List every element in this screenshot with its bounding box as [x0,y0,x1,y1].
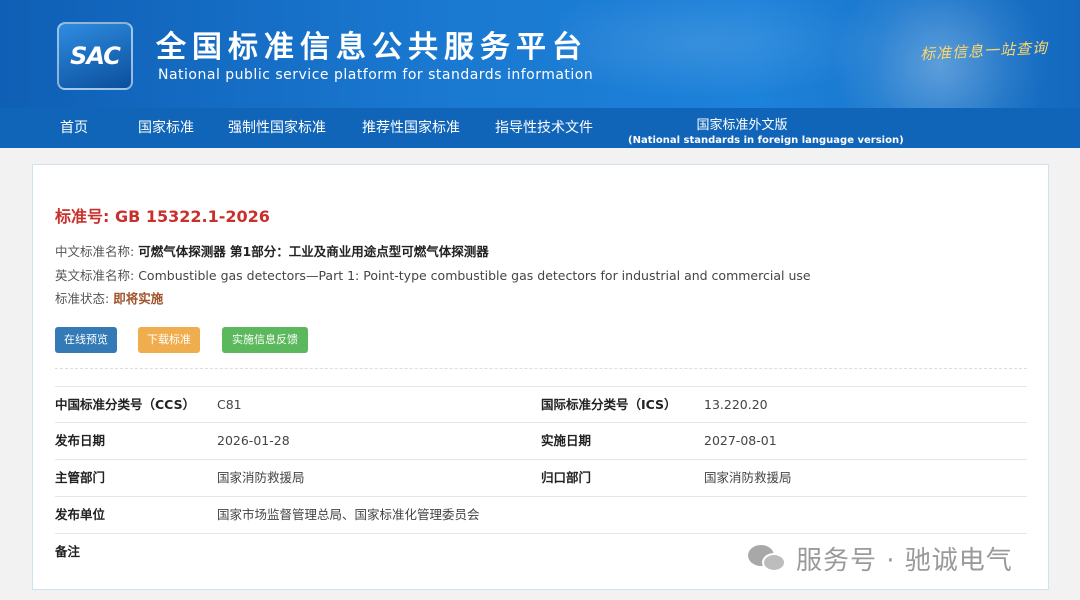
feedback-button[interactable]: 实施信息反馈 [222,327,308,353]
central-dept-value: 国家消防救援局 [704,470,792,485]
ics-value: 13.220.20 [704,397,768,412]
download-standard-button[interactable]: 下载标准 [138,327,200,353]
nav-item-mandatory-standards[interactable]: 强制性国家标准 [228,108,326,148]
site-header: SAC 全国标准信息公共服务平台 National public service… [0,0,1080,108]
nav-foreign-en: (National standards in foreign language … [628,135,904,146]
divider [55,368,1027,369]
main-nav: 首页 国家标准 强制性国家标准 推荐性国家标准 指导性技术文件 国家标准外文版 … [0,108,1080,148]
ccs-value: C81 [217,397,242,412]
dept-value: 国家消防救援局 [217,470,305,485]
watermark-text: 服务号 · 驰诚电气 [796,545,1013,576]
standard-number-value: GB 15322.1-2026 [114,207,270,226]
en-name-value: Combustible gas detectors—Part 1: Point-… [138,268,811,283]
detail-row-dates: 发布日期 2026-01-28 实施日期 2027-08-01 [55,422,1027,458]
nav-item-recommended-standards[interactable]: 推荐性国家标准 [362,108,460,148]
status-label: 标准状态: [55,291,110,306]
detail-row-departments: 主管部门 国家消防救援局 归口部门 国家消防救援局 [55,459,1027,495]
nav-item-national-standards[interactable]: 国家标准 [138,108,194,148]
impl-date-value: 2027-08-01 [704,433,777,448]
status-value: 即将实施 [113,291,164,306]
en-name-label: 英文标准名称: [55,268,135,283]
cn-name-value: 可燃气体探测器 第1部分：工业及商业用途点型可燃气体探测器 [138,244,489,259]
sac-logo[interactable]: SAC [57,22,133,90]
dept-label: 主管部门 [55,470,106,485]
ccs-label: 中国标准分类号（CCS） [55,397,196,412]
site-title-en: National public service platform for sta… [158,67,594,83]
standard-number-label: 标准号: [55,207,110,226]
nav-foreign-cn: 国家标准外文版 [696,118,788,133]
impl-date-label: 实施日期 [541,433,592,448]
remarks-label: 备注 [55,544,81,559]
online-preview-button[interactable]: 在线预览 [55,327,117,353]
nav-item-home[interactable]: 首页 [60,108,88,148]
pub-date-value: 2026-01-28 [217,433,290,448]
en-name-line: 英文标准名称: Combustible gas detectors—Part 1… [55,265,811,284]
cn-name-line: 中文标准名称: 可燃气体探测器 第1部分：工业及商业用途点型可燃气体探测器 [55,241,489,260]
site-title-cn: 全国标准信息公共服务平台 [156,30,588,65]
standard-detail-card: 标准号: GB 15322.1-2026 中文标准名称: 可燃气体探测器 第1部… [32,164,1049,590]
detail-row-publisher: 发布单位 国家市场监督管理总局、国家标准化管理委员会 [55,496,1027,532]
pub-date-label: 发布日期 [55,433,106,448]
cn-name-label: 中文标准名称: [55,244,135,259]
detail-row-classification: 中国标准分类号（CCS） C81 国际标准分类号（ICS） 13.220.20 [55,386,1027,422]
wechat-icon [748,542,788,574]
status-line: 标准状态: 即将实施 [55,288,163,307]
nav-item-guidance-documents[interactable]: 指导性技术文件 [495,108,593,148]
wechat-watermark: 服务号 · 驰诚电气 [748,538,1013,578]
standard-number: 标准号: GB 15322.1-2026 [55,203,270,227]
logo-text: SAC [70,42,121,70]
ics-label: 国际标准分类号（ICS） [541,397,677,412]
central-dept-label: 归口部门 [541,470,592,485]
publisher-label: 发布单位 [55,507,106,522]
publisher-value: 国家市场监督管理总局、国家标准化管理委员会 [217,507,480,522]
nav-item-foreign-language[interactable]: 国家标准外文版 (National standards in foreign l… [628,114,904,154]
